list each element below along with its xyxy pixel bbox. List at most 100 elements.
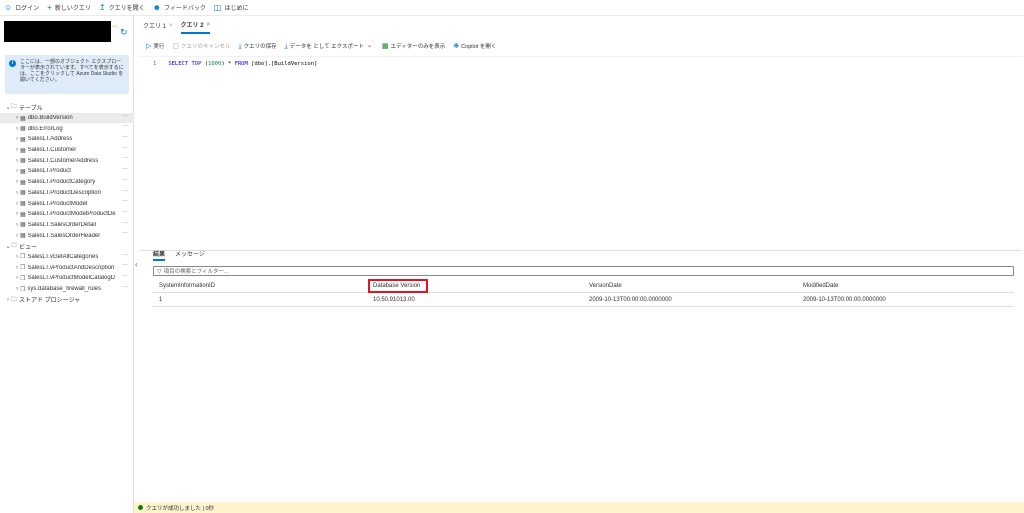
tree-item-table[interactable]: › ▦ SalesLT.ProductDescription ··· (0, 188, 134, 199)
column-header[interactable]: SystemInformationID (153, 279, 367, 292)
open-query-label: クエリを開く (108, 6, 145, 12)
open-query-button[interactable]: ↥ クエリを開く (99, 3, 145, 12)
tree-item-table[interactable]: › ▦ SalesLT.Customer ··· (0, 145, 134, 156)
close-icon[interactable]: × (207, 22, 211, 28)
tree-item-table[interactable]: › ▦ SalesLT.ProductModelProductDe ··· (0, 209, 134, 220)
query-toolbar: ▷ 実行 ▢ クエリのキャンセル ⤓ クエリの保存 ⤓ データを として エクスポート ⌄… (146, 41, 504, 51)
more-icon[interactable]: ··· (122, 188, 128, 194)
more-icon[interactable]: ··· (122, 113, 128, 119)
table-row[interactable]: 1 10.50.91013.00 2009-10-13T00:00:00.000… (153, 293, 1014, 307)
run-label: 実行 (153, 44, 165, 50)
tree-folder-procedures[interactable]: › 🗀 ストアド プロシージャ (0, 294, 134, 305)
query-editor-area: クエリ 1 × クエリ 2 × ▷ 実行 ▢ クエリのキャンセル ⤓ クエリの保存 ⤓ デー… (135, 16, 1024, 502)
tree-item-view[interactable]: › ❐ sys.database_firewall_rules ··· (0, 284, 134, 295)
save-query-button[interactable]: ⤓ クエリの保存 (239, 42, 277, 51)
tree-item-table[interactable]: › ▦ dbo.BuildVersion ··· (0, 112, 134, 124)
more-icon[interactable]: ··· (122, 198, 128, 204)
table-icon: ▦ (20, 115, 26, 122)
tree-folder-label: ビュー (19, 244, 38, 251)
chevron-down-icon: ⌄ (367, 43, 373, 49)
run-button[interactable]: ▷ 実行 (146, 42, 165, 51)
filter-icon: ▽ (157, 268, 162, 275)
table-icon: ▦ (20, 190, 26, 197)
tree-item-table[interactable]: › ▦ SalesLT.ProductCategory ··· (0, 177, 134, 188)
sql-editor[interactable]: 1 SELECT TOP (1000) * FROM [dbo].[BuildVe… (139, 56, 1022, 251)
login-button[interactable]: ☺ ログイン (4, 3, 39, 12)
tree-item-table[interactable]: › ▦ SalesLT.CustomerAddress ··· (0, 155, 134, 166)
tree-item-view[interactable]: › ❐ SalesLT.vProductModelCatalogD ··· (0, 273, 134, 284)
export-button[interactable]: ⤓ データを として エクスポート ⌄ (285, 42, 374, 51)
more-icon[interactable]: ··· (122, 262, 128, 268)
feedback-button[interactable]: ☻ フィードバック (153, 3, 206, 12)
more-icon[interactable]: ··· (122, 123, 128, 129)
table-icon: ▦ (20, 211, 26, 218)
tree-item-table[interactable]: › ▦ SalesLT.ProductModel ··· (0, 198, 134, 209)
tab-label: クエリ 1 (143, 24, 167, 30)
copilot-button[interactable]: ❋ Copilot を開く (453, 42, 496, 51)
more-icon[interactable]: ··· (122, 177, 128, 183)
stop-icon: ▢ (172, 42, 180, 50)
more-icon[interactable]: ··· (122, 155, 128, 161)
tree-item-table[interactable]: › ▦ SalesLT.Product ··· (0, 166, 134, 177)
grid-icon: ▦ (382, 42, 389, 50)
tab-messages[interactable]: メッセージ (175, 249, 205, 261)
tree-folder-tables[interactable]: ⌄ 🗀 テーブル (0, 102, 134, 113)
more-icon[interactable]: ··· (122, 230, 128, 236)
results-grid: SystemInformationID Database Version Ver… (153, 279, 1014, 307)
table-icon: ▦ (20, 222, 26, 229)
info-banner[interactable]: i ここには、一部のオブジェクト エクスプローラーが表示されています。すべてを表… (5, 55, 129, 94)
table-icon: ▦ (20, 179, 26, 186)
more-icon[interactable]: ··· (122, 145, 128, 151)
more-icon[interactable]: ··· (122, 134, 128, 140)
column-header[interactable]: VersionDate (583, 279, 797, 292)
column-header[interactable]: ModifiedDate (797, 279, 1014, 292)
connection-more-icon[interactable]: ··· (111, 23, 118, 30)
column-header-highlighted[interactable]: Database Version (367, 279, 583, 293)
code-line: 1 SELECT TOP (1000) * FROM [dbo].[BuildVe… (153, 61, 317, 67)
new-query-button[interactable]: + 新しいクエリ (47, 3, 91, 12)
status-text: クエリが成功しました | 0秒 (146, 505, 215, 512)
success-icon (138, 505, 143, 510)
tree-item-label: SalesLT.CustomerAddress (27, 157, 99, 164)
more-icon[interactable]: ··· (122, 220, 128, 226)
redacted-connection-name (4, 21, 111, 42)
save-label: クエリの保存 (243, 44, 277, 50)
tree-item-table[interactable]: › ▦ SalesLT.SalesOrderDetail ··· (0, 220, 134, 231)
tree-item-label: SalesLT.SalesOrderHeader (27, 232, 101, 239)
tree-item-view[interactable]: › ❐ SalesLT.vGetAllCategories ··· (0, 252, 134, 263)
more-icon[interactable]: ··· (122, 284, 128, 290)
tree-item-label: SalesLT.Product (27, 168, 71, 175)
tab-query-1[interactable]: クエリ 1 × (143, 20, 173, 34)
tree-item-label: SalesLT.Address (27, 136, 73, 143)
editor-only-button[interactable]: ▦ エディターのみを表示 (382, 42, 445, 51)
table-cell[interactable]: 2009-10-13T00:00:00.0000000 (583, 293, 797, 306)
tab-label: クエリ 2 (180, 23, 204, 29)
table-icon: ▦ (20, 201, 26, 208)
table-icon: ▦ (20, 136, 26, 143)
tree-item-table[interactable]: › ▦ dbo.ErrorLog ··· (0, 123, 134, 134)
status-bar: クエリが成功しました | 0秒 (134, 502, 1024, 513)
collapse-panel-icon[interactable]: ‹ (135, 260, 138, 269)
table-cell[interactable]: 10.50.91013.00 (367, 293, 583, 306)
more-icon[interactable]: ··· (122, 166, 128, 172)
table-cell[interactable]: 2009-10-13T00:00:00.0000000 (797, 293, 1014, 306)
tree-item-table[interactable]: › ▦ SalesLT.Address ··· (0, 134, 134, 145)
table-cell[interactable]: 1 (153, 293, 367, 306)
tree-item-view[interactable]: › ❐ SalesLT.vProductAndDescription ··· (0, 262, 134, 273)
tree-item-label: SalesLT.ProductCategory (27, 179, 96, 186)
tree-folder-views[interactable]: ⌄ 🗀 ビュー (0, 241, 134, 252)
close-icon[interactable]: × (169, 23, 173, 29)
tab-query-2[interactable]: クエリ 2 × (180, 20, 211, 34)
results-filter-input[interactable]: ▽ 項目の検索とフィルター... (153, 266, 1014, 276)
getting-started-button[interactable]: ◫ はじめに (214, 3, 249, 12)
more-icon[interactable]: ··· (122, 273, 128, 279)
tree-item-table[interactable]: › ▦ SalesLT.SalesOrderHeader ··· (0, 230, 134, 241)
table-icon: ▦ (20, 126, 26, 133)
object-tree: ⌄ 🗀 テーブル › ▦ dbo.BuildVersion ··· › ▦ dbo.Error… (0, 102, 134, 305)
tab-results[interactable]: 結果 (153, 249, 166, 261)
more-icon[interactable]: ··· (122, 209, 128, 215)
cancel-query-button[interactable]: ▢ クエリのキャンセル (172, 42, 230, 51)
refresh-icon[interactable]: ↻ (120, 28, 128, 37)
more-icon[interactable]: ··· (122, 252, 128, 258)
feedback-label: フィードバック (164, 6, 206, 12)
